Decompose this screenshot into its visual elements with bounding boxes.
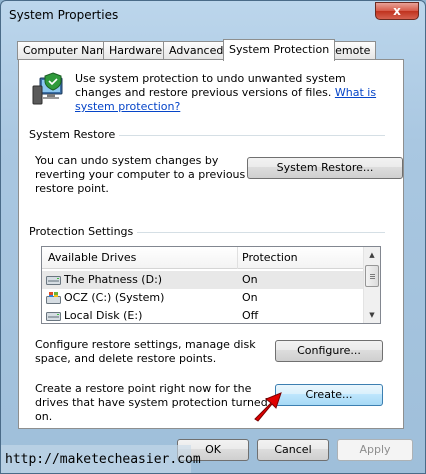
window-title: System Properties (9, 8, 119, 22)
system-protection-icon (32, 72, 63, 105)
create-description: Create a restore point right now for the… (35, 382, 268, 423)
drives-list-scrollbar[interactable]: ▲ ▼ (363, 247, 380, 323)
column-protection[interactable]: Protection (242, 251, 298, 264)
close-button[interactable]: x (375, 2, 419, 20)
scroll-down-icon[interactable]: ▼ (364, 307, 380, 323)
system-protection-panel: Use system protection to undo unwanted s… (18, 59, 404, 429)
configure-button[interactable]: Configure... (275, 340, 383, 362)
drive-row-local-disk[interactable]: Local Disk (E:) Off (42, 307, 364, 323)
column-divider (237, 247, 238, 269)
red-pointer-arrow-icon (254, 392, 282, 422)
tab-advanced[interactable]: Advanced (163, 41, 230, 60)
tab-hardware[interactable]: Hardware (103, 41, 169, 60)
column-available-drives[interactable]: Available Drives (48, 251, 136, 264)
protection-settings-divider (137, 232, 385, 233)
system-properties-window: System Properties x Computer Name Hardwa… (0, 0, 426, 474)
intro-description: Use system protection to undo unwanted s… (75, 72, 346, 99)
windows-drive-icon (46, 292, 61, 304)
drive-row-phatness[interactable]: The Phatness (D:) On (42, 271, 364, 289)
drive-name: The Phatness (D:) (64, 273, 163, 286)
system-restore-divider (119, 135, 385, 136)
drive-row-ocz[interactable]: OCZ (C:) (System) On (42, 289, 364, 307)
drives-list[interactable]: Available Drives Protection The Phatness… (41, 246, 381, 324)
drive-icon (46, 312, 61, 321)
drive-icon (46, 276, 61, 285)
create-button[interactable]: Create... (275, 384, 383, 406)
system-restore-description: You can undo system changes by reverting… (35, 154, 246, 195)
drive-protection: On (242, 291, 258, 304)
system-restore-button[interactable]: System Restore... (247, 157, 403, 179)
watermark-url: http://maketecheasier.com (1, 445, 201, 473)
title-bar[interactable]: System Properties x (1, 1, 425, 31)
drives-list-header: Available Drives Protection (42, 247, 364, 269)
intro-text: Use system protection to undo unwanted s… (75, 72, 385, 114)
drive-name: OCZ (C:) (System) (64, 291, 165, 304)
apply-button: Apply (337, 439, 413, 461)
close-icon: x (393, 4, 401, 18)
drive-protection: Off (242, 309, 259, 322)
drive-protection: On (242, 273, 258, 286)
system-restore-heading: System Restore (29, 128, 116, 141)
tab-system-protection[interactable]: System Protection (223, 39, 336, 61)
scroll-up-icon[interactable]: ▲ (364, 247, 380, 263)
protection-settings-heading: Protection Settings (29, 225, 134, 238)
cancel-button[interactable]: Cancel (257, 439, 329, 461)
drive-name: Local Disk (E:) (64, 309, 143, 322)
configure-description: Configure restore settings, manage disk … (35, 338, 256, 365)
scroll-thumb[interactable] (365, 265, 379, 287)
